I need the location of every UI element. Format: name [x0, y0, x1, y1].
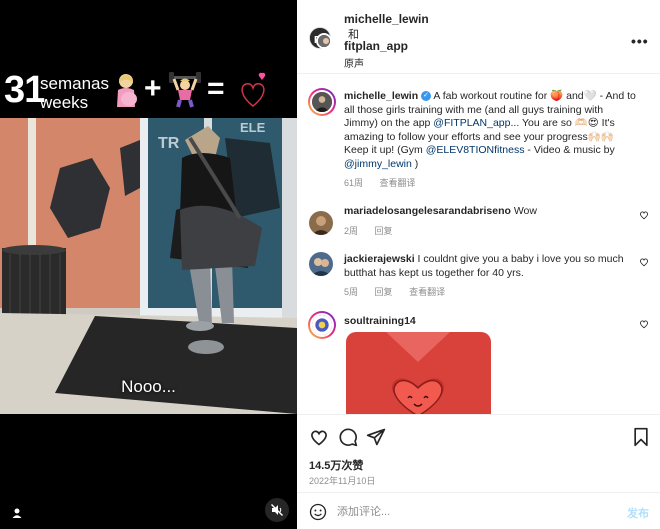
- mention-elev8tion[interactable]: @ELEV8TIONfitness: [426, 144, 525, 156]
- weeks-number: 31: [4, 69, 45, 111]
- caption-username[interactable]: michelle_lewin: [344, 90, 418, 102]
- comment-1-text: mariadelosangelesarandabriseno Wow: [344, 205, 537, 217]
- more-icon[interactable]: •••: [631, 33, 649, 49]
- collab-avatar[interactable]: [316, 33, 332, 49]
- comment-avatar[interactable]: [309, 211, 333, 235]
- equals-sign: =: [207, 72, 225, 105]
- mention-jimmy[interactable]: @jimmy_lewin: [344, 158, 412, 170]
- svg-text:TR: TR: [158, 135, 180, 152]
- svg-text:ELE: ELE: [240, 120, 266, 135]
- comment-2-meta: 5周 回复 查看翻译: [344, 287, 446, 297]
- mute-icon-glyph: [271, 504, 283, 516]
- audio-label[interactable]: 原声: [344, 55, 364, 70]
- post-actions: 14.5万次赞 2022年11月10日: [297, 414, 660, 492]
- video-controls: [0, 414, 297, 529]
- caption-time: 61周: [344, 178, 364, 188]
- comment-1-username[interactable]: mariadelosangelesarandabriseno: [344, 205, 511, 217]
- video-title-overlay: 31 semanas weeks + =: [0, 66, 297, 118]
- person-icon[interactable]: [6, 502, 28, 524]
- post-header: F michelle_lewin 和 fitplan_app 原声 •••: [297, 0, 660, 74]
- comment-avatar-image: [309, 211, 333, 235]
- likes-count[interactable]: 14.5万次赞: [309, 457, 363, 473]
- post-panel: F michelle_lewin 和 fitplan_app 原声 ••• mi…: [297, 0, 660, 529]
- person-icon-glyph: [12, 508, 22, 518]
- post-caption: michelle_lewin ✓ A fab workout routine f…: [344, 90, 636, 170]
- comment-2-username[interactable]: jackierajewski: [344, 253, 415, 265]
- heart-outline-icon: [241, 72, 266, 107]
- heart-icon[interactable]: [309, 427, 329, 447]
- comment-avatar-image: [310, 313, 334, 337]
- comment-avatar[interactable]: [309, 252, 333, 276]
- video-frame: TR ELE: [0, 118, 297, 414]
- comment-avatar[interactable]: [308, 311, 336, 339]
- comment-composer: 发布: [297, 492, 660, 529]
- comment-icon[interactable]: [338, 427, 358, 447]
- header-username-2[interactable]: fitplan_app: [344, 39, 408, 53]
- gym-entrance-scene: TR ELE: [0, 118, 297, 414]
- header-username-1[interactable]: michelle_lewin: [344, 12, 429, 26]
- comment-1-reply[interactable]: 回复: [375, 226, 393, 236]
- emoji-icon[interactable]: [309, 503, 327, 521]
- mention-fitplan[interactable]: @FITPLAN_app: [433, 117, 510, 129]
- comment-2-reply[interactable]: 回复: [375, 287, 393, 297]
- post-comment-button[interactable]: 发布: [627, 505, 649, 521]
- like-comment-heart-icon[interactable]: [639, 257, 649, 267]
- comment-2-text: jackierajewski I couldnt give you a baby…: [344, 253, 624, 279]
- weeks-label: semanas weeks: [40, 74, 109, 112]
- comment-input[interactable]: [337, 502, 607, 522]
- mute-icon[interactable]: [265, 498, 289, 522]
- like-comment-heart-icon[interactable]: [639, 319, 649, 329]
- comment-2-translate-link[interactable]: 查看翻译: [409, 287, 445, 297]
- video-subtitle: Nooo...: [121, 377, 176, 396]
- comment-avatar-image: [309, 252, 333, 276]
- post-date: 2022年11月10日: [309, 476, 376, 486]
- plus-sign: +: [144, 72, 162, 105]
- caption-avatar[interactable]: [308, 88, 336, 116]
- share-icon[interactable]: [366, 427, 386, 447]
- caption-translate-link[interactable]: 查看翻译: [380, 178, 416, 188]
- bookmark-icon[interactable]: [631, 427, 651, 447]
- comment-3-text: soultraining14: [344, 315, 639, 329]
- comments-list: michelle_lewin ✓ A fab workout routine f…: [297, 75, 660, 414]
- pregnant-woman-icon: [117, 74, 137, 107]
- caption-meta: 61周 查看翻译: [344, 176, 430, 189]
- heart-sticker-image: [346, 332, 491, 414]
- comment-1-meta: 2周 回复: [344, 226, 393, 236]
- caption-avatar-image: [310, 90, 334, 114]
- video-player[interactable]: 31 semanas weeks + = TR ELE Nooo...: [0, 0, 297, 529]
- comment-3-username[interactable]: soultraining14: [344, 315, 416, 327]
- weightlifter-icon: [169, 72, 201, 108]
- like-comment-heart-icon[interactable]: [639, 210, 649, 220]
- collab-avatar-image: [318, 35, 330, 47]
- verified-badge-icon: ✓: [421, 91, 432, 102]
